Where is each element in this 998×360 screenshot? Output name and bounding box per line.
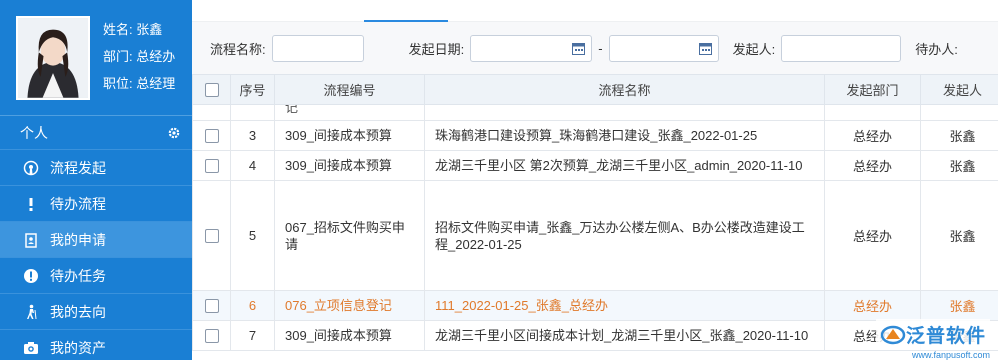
table-row-highlighted[interactable]: 6 076_立项信息登记 111_2022-01-25_张鑫_总经办 总经办 张… bbox=[192, 290, 998, 321]
cell-code: 076_立项信息登记 bbox=[274, 290, 425, 321]
brand-watermark: 泛普软件 bbox=[875, 319, 990, 350]
table-row-partial: 记 bbox=[192, 104, 998, 121]
profile-card: 姓名: 张鑫 部门: 总经办 职位: 总经理 bbox=[0, 0, 192, 116]
sidebar-item-label: 待办流程 bbox=[50, 195, 106, 212]
row-checkbox[interactable] bbox=[204, 299, 219, 314]
start-date-label: 发起日期: bbox=[408, 41, 465, 57]
row-checkbox[interactable] bbox=[204, 229, 219, 244]
cell-person: 张鑫 bbox=[920, 290, 998, 321]
broadcast-icon bbox=[22, 159, 40, 177]
sidebar-item-my-assets[interactable]: 我的资产 bbox=[0, 330, 192, 360]
initiator-label: 发起人: bbox=[732, 41, 776, 57]
cell-code: 309_间接成本预算 bbox=[274, 320, 425, 351]
header-name: 流程名称 bbox=[424, 74, 825, 105]
cell-dept: 总经办 bbox=[824, 180, 921, 291]
table-row[interactable]: 4 309_间接成本预算 龙湖三千里小区 第2次预算_龙湖三千里小区_admin… bbox=[192, 150, 998, 181]
initiator-input[interactable] bbox=[781, 34, 902, 62]
cell-person: 张鑫 bbox=[920, 120, 998, 151]
sidebar-item-process-start[interactable]: 流程发起 bbox=[0, 150, 192, 186]
header-seq: 序号 bbox=[230, 74, 275, 105]
applications-table: 序号 流程编号 流程名称 发起部门 发起人 记 3 309_间接成本预算 珠海鹤… bbox=[192, 74, 998, 351]
clipboard-icon bbox=[22, 231, 40, 249]
camera-icon bbox=[22, 339, 40, 357]
cell-person: 张鑫 bbox=[920, 180, 998, 291]
calendar-icon[interactable] bbox=[698, 42, 712, 55]
date-range-separator: - bbox=[598, 40, 603, 56]
walking-icon bbox=[22, 303, 40, 321]
gear-icon[interactable] bbox=[166, 125, 182, 141]
sidebar-item-pending-process[interactable]: 待办流程 bbox=[0, 186, 192, 222]
process-name-label: 流程名称: bbox=[210, 41, 266, 57]
cell-code: 309_间接成本预算 bbox=[274, 150, 425, 181]
brand-url: www.fanpusoft.com bbox=[911, 350, 990, 360]
cell-name[interactable]: 招标文件购买申请_张鑫_万达办公楼左侧A、B办公楼改造建设工程_2022-01-… bbox=[424, 180, 825, 291]
cell-seq: 4 bbox=[230, 150, 275, 181]
table-header-row: 序号 流程编号 流程名称 发起部门 发起人 bbox=[192, 74, 998, 105]
cell-code: 309_间接成本预算 bbox=[274, 120, 425, 151]
sidebar-item-label: 流程发起 bbox=[50, 159, 106, 176]
table-row[interactable]: 5 067_招标文件购买申请 招标文件购买申请_张鑫_万达办公楼左侧A、B办公楼… bbox=[192, 180, 998, 291]
select-all-checkbox[interactable] bbox=[204, 83, 219, 98]
brand-logo-icon bbox=[880, 325, 906, 344]
sidebar-item-label: 我的资产 bbox=[50, 339, 106, 356]
profile-position: 职位: 总经理 bbox=[103, 76, 176, 91]
brand-name: 泛普软件 bbox=[905, 326, 986, 347]
calendar-icon[interactable] bbox=[572, 42, 586, 55]
header-code: 流程编号 bbox=[274, 74, 425, 105]
process-name-input[interactable] bbox=[271, 34, 364, 62]
sidebar-item-my-whereabouts[interactable]: 我的去向 bbox=[0, 294, 192, 330]
exclamation-icon bbox=[22, 195, 40, 213]
sidebar-item-pending-tasks[interactable]: 待办任务 bbox=[0, 258, 192, 294]
header-checkbox-cell[interactable] bbox=[192, 74, 231, 105]
sidebar: 姓名: 张鑫 部门: 总经办 职位: 总经理 个人 流程发起 待办流程 我的申请… bbox=[0, 0, 192, 360]
profile-dept: 部门: 总经办 bbox=[103, 49, 176, 64]
cell-dept: 总经办 bbox=[824, 150, 921, 181]
cell-name[interactable]: 111_2022-01-25_张鑫_总经办 bbox=[424, 290, 825, 321]
header-person: 发起人 bbox=[920, 74, 998, 105]
alert-circle-icon bbox=[22, 267, 40, 285]
cell-name[interactable]: 龙湖三千里小区 第2次预算_龙湖三千里小区_admin_2020-11-10 bbox=[424, 150, 825, 181]
applications-table-container: 序号 流程编号 流程名称 发起部门 发起人 记 3 309_间接成本预算 珠海鹤… bbox=[192, 74, 998, 360]
cell-seq: 7 bbox=[230, 320, 275, 351]
start-date-to-input[interactable] bbox=[608, 34, 719, 62]
profile-info: 姓名: 张鑫 部门: 总经办 职位: 总经理 bbox=[103, 16, 175, 97]
sidebar-item-my-applications[interactable]: 我的申请 bbox=[0, 222, 192, 258]
avatar bbox=[16, 16, 90, 100]
cell-person: 张鑫 bbox=[920, 150, 998, 181]
row-checkbox[interactable] bbox=[204, 329, 219, 344]
cell-dept: 总经办 bbox=[824, 290, 921, 321]
cell-seq: 6 bbox=[230, 290, 275, 321]
table-row[interactable]: 3 309_间接成本预算 珠海鹤港口建设预算_珠海鹤港口建设_张鑫_2022-0… bbox=[192, 120, 998, 151]
header-dept: 发起部门 bbox=[824, 74, 921, 105]
cell-name[interactable]: 珠海鹤港口建设预算_珠海鹤港口建设_张鑫_2022-01-25 bbox=[424, 120, 825, 151]
filter-bar: 流程名称: 发起日期: - 发起人: 待办人: bbox=[192, 22, 998, 74]
row-checkbox[interactable] bbox=[204, 129, 219, 144]
cell-seq: 5 bbox=[230, 180, 275, 291]
profile-name: 姓名: 张鑫 bbox=[103, 22, 163, 37]
row-checkbox[interactable] bbox=[204, 159, 219, 174]
sidebar-item-label: 我的去向 bbox=[50, 303, 106, 320]
cell-dept: 总经办 bbox=[824, 120, 921, 151]
handler-label: 待办人: bbox=[915, 41, 958, 57]
cell-seq: 3 bbox=[230, 120, 275, 151]
sidebar-item-label: 我的申请 bbox=[50, 231, 106, 248]
sidebar-section-personal[interactable]: 个人 bbox=[0, 116, 192, 150]
sidebar-item-label: 待办任务 bbox=[50, 267, 106, 284]
cell-code: 记 bbox=[285, 104, 299, 115]
start-date-from-input[interactable] bbox=[470, 34, 593, 62]
sidebar-section-title: 个人 bbox=[20, 124, 48, 141]
cell-code: 067_招标文件购买申请 bbox=[274, 180, 425, 291]
cell-name[interactable]: 龙湖三千里小区间接成本计划_龙湖三千里小区_张鑫_2020-11-10 bbox=[424, 320, 825, 351]
tab-strip bbox=[192, 0, 998, 22]
